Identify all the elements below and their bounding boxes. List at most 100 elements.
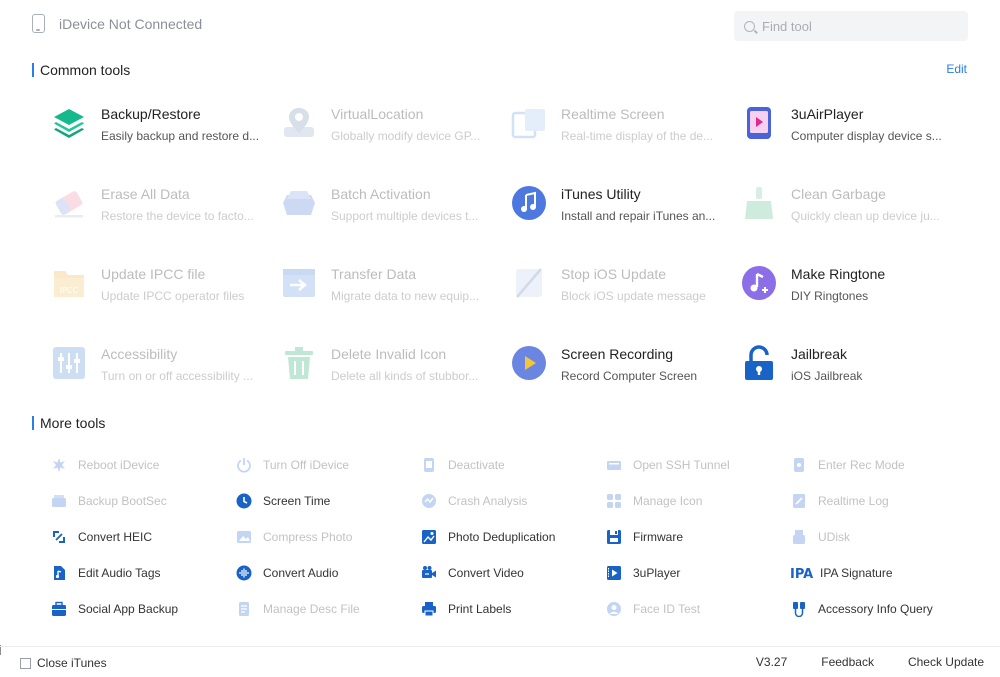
- activation-icon: [280, 184, 318, 222]
- more-tool-label: Deactivate: [448, 458, 505, 472]
- more-tool-convert-video[interactable]: Convert Video: [420, 565, 605, 582]
- more-tool-edit-audio-tags[interactable]: Edit Audio Tags: [50, 565, 235, 582]
- more-tool-label: IPA Signature: [820, 566, 893, 580]
- tool-title: Jailbreak: [791, 346, 848, 362]
- more-tool-backup-bootsec[interactable]: Backup BootSec: [50, 493, 235, 510]
- tool-backup-restore[interactable]: Backup/Restore Easily backup and restore …: [50, 100, 280, 180]
- close-itunes-option[interactable]: Close iTunes: [20, 656, 107, 670]
- tool-transfer-data[interactable]: Transfer Data Migrate data to new equip..…: [280, 260, 510, 340]
- more-tool-label: Backup BootSec: [78, 494, 167, 508]
- tool-itunes-utility[interactable]: iTunes Utility Install and repair iTunes …: [510, 180, 740, 260]
- tool-batch-activation[interactable]: Batch Activation Support multiple devices…: [280, 180, 510, 260]
- more-tool-convert-heic[interactable]: Convert HEIC: [50, 529, 235, 546]
- tool-screen-recording[interactable]: Screen Recording Record Computer Screen: [510, 340, 740, 420]
- airplayer-icon: [740, 104, 778, 142]
- tool-title: Screen Recording: [561, 346, 674, 362]
- udisk-icon: [790, 529, 807, 546]
- common-tools-title: Common tools: [40, 62, 131, 78]
- common-tools-row: Erase All Data Restore the device to fact…: [50, 180, 970, 260]
- desc-file-icon: [235, 601, 252, 618]
- common-tools-heading: Common tools: [32, 62, 130, 78]
- more-tools-title: More tools: [40, 415, 106, 431]
- tool-title: Erase All Data: [101, 186, 190, 202]
- check-update-link[interactable]: Check Update: [908, 655, 984, 669]
- common-tools-row: Accessibility Turn on or off accessibilit…: [50, 340, 970, 420]
- more-tool-3uplayer[interactable]: 3uPlayer: [605, 565, 790, 582]
- tool-delete-invalid-icon[interactable]: Delete Invalid Icon Delete all kinds of s…: [280, 340, 510, 420]
- tool-description: Delete all kinds of stubbor...: [331, 369, 479, 383]
- more-tool-deactivate[interactable]: Deactivate: [420, 457, 605, 474]
- tool-title: Update IPCC file: [101, 266, 206, 282]
- close-itunes-checkbox[interactable]: [20, 657, 31, 669]
- tool-realtime-screen[interactable]: Realtime Screen Real-time display of the …: [510, 100, 740, 180]
- tool-description: Quickly clean up device ju...: [791, 209, 940, 223]
- more-tool-social-app-backup[interactable]: Social App Backup: [50, 601, 235, 618]
- more-tools-row: Reboot iDevice Turn Off iDevice Deactivate…: [50, 447, 990, 483]
- more-tool-manage-icon[interactable]: Manage Icon: [605, 493, 790, 510]
- more-tool-label: Convert Video: [448, 566, 524, 580]
- eraser-icon: [50, 184, 88, 222]
- more-tool-realtime-log[interactable]: Realtime Log: [790, 493, 975, 510]
- tool-stop-ios-update[interactable]: Stop iOS Update Block iOS update message: [510, 260, 740, 340]
- tool-text: Make Ringtone DIY Ringtones: [791, 260, 885, 304]
- more-tool-photo-deduplication[interactable]: Photo Deduplication: [420, 529, 605, 546]
- broom-icon: [740, 184, 778, 222]
- more-tool-ipa-signature[interactable]: IPA IPA Signature: [790, 565, 975, 582]
- tool-title: Accessibility: [101, 346, 178, 362]
- more-tool-label: Edit Audio Tags: [78, 566, 161, 580]
- more-tool-firmware[interactable]: Firmware: [605, 529, 790, 546]
- tool-accessibility[interactable]: Accessibility Turn on or off accessibilit…: [50, 340, 280, 420]
- edit-link[interactable]: Edit: [946, 62, 967, 76]
- tool-3uairplayer[interactable]: 3uAirPlayer Computer display device s...: [740, 100, 970, 180]
- more-tool-open-ssh-tunnel[interactable]: Open SSH Tunnel: [605, 457, 790, 474]
- tool-jailbreak[interactable]: Jailbreak iOS Jailbreak: [740, 340, 970, 420]
- unlock-icon: [740, 344, 778, 382]
- more-tool-manage-desc-file[interactable]: Manage Desc File: [235, 601, 420, 618]
- tool-text: 3uAirPlayer Computer display device s...: [791, 100, 942, 144]
- more-tool-udisk[interactable]: UDisk: [790, 529, 975, 546]
- more-tool-turn-off-idevice[interactable]: Turn Off iDevice: [235, 457, 420, 474]
- accessory-icon: [790, 601, 807, 618]
- search-input[interactable]: [762, 18, 952, 34]
- feedback-link[interactable]: Feedback: [821, 655, 874, 669]
- tool-make-ringtone[interactable]: Make Ringtone DIY Ringtones: [740, 260, 970, 340]
- tool-text: Jailbreak iOS Jailbreak: [791, 340, 862, 384]
- tool-description: iOS Jailbreak: [791, 369, 863, 383]
- tool-clean-garbage[interactable]: Clean Garbage Quickly clean up device ju.…: [740, 180, 970, 260]
- more-tool-convert-audio[interactable]: Convert Audio: [235, 565, 420, 582]
- convert-icon: [50, 529, 67, 546]
- more-tool-label: Face ID Test: [633, 602, 701, 616]
- more-tool-enter-rec-mode[interactable]: Enter Rec Mode: [790, 457, 975, 474]
- power-icon: [235, 457, 252, 474]
- tool-update-ipcc-file[interactable]: IPCC Update IPCC file Update IPCC operator…: [50, 260, 280, 340]
- more-tool-crash-analysis[interactable]: Crash Analysis: [420, 493, 605, 510]
- photo-dedup-icon: [420, 529, 437, 546]
- more-tool-compress-photo[interactable]: Compress Photo: [235, 529, 420, 546]
- more-tools-row: Convert HEIC Compress Photo Photo Deduplic…: [50, 519, 990, 555]
- more-tool-label: Manage Desc File: [263, 602, 360, 616]
- more-tool-screen-time[interactable]: Screen Time: [235, 493, 420, 510]
- tool-text: Backup/Restore Easily backup and restore …: [101, 100, 259, 144]
- more-tool-accessory-info-query[interactable]: Accessory Info Query: [790, 601, 975, 618]
- tool-description: DIY Ringtones: [791, 289, 869, 303]
- transfer-icon: [280, 264, 318, 302]
- tool-text: iTunes Utility Install and repair iTunes …: [561, 180, 715, 224]
- more-tool-reboot-idevice[interactable]: Reboot iDevice: [50, 457, 235, 474]
- more-tool-label: Convert Audio: [263, 566, 339, 580]
- tool-description: Computer display device s...: [791, 129, 942, 143]
- more-tool-print-labels[interactable]: Print Labels: [420, 601, 605, 618]
- more-tool-label: Screen Time: [263, 494, 331, 508]
- more-tool-label: Realtime Log: [818, 494, 889, 508]
- tool-text: VirtualLocation Globally modify device GP…: [331, 100, 480, 144]
- tool-text: Erase All Data Restore the device to fact…: [101, 180, 254, 224]
- ringtone-icon: [740, 264, 778, 302]
- tool-description: Support multiple devices t...: [331, 209, 479, 223]
- itunes-icon: [510, 184, 548, 222]
- clock-icon: [235, 493, 252, 510]
- tool-description: Turn on or off accessibility ...: [101, 369, 254, 383]
- search-box[interactable]: [734, 11, 968, 41]
- tool-virtuallocation[interactable]: VirtualLocation Globally modify device GP…: [280, 100, 510, 180]
- tool-text: Transfer Data Migrate data to new equip..…: [331, 260, 479, 304]
- tool-erase-all-data[interactable]: Erase All Data Restore the device to fact…: [50, 180, 280, 260]
- more-tool-face-id-test[interactable]: Face ID Test: [605, 601, 790, 618]
